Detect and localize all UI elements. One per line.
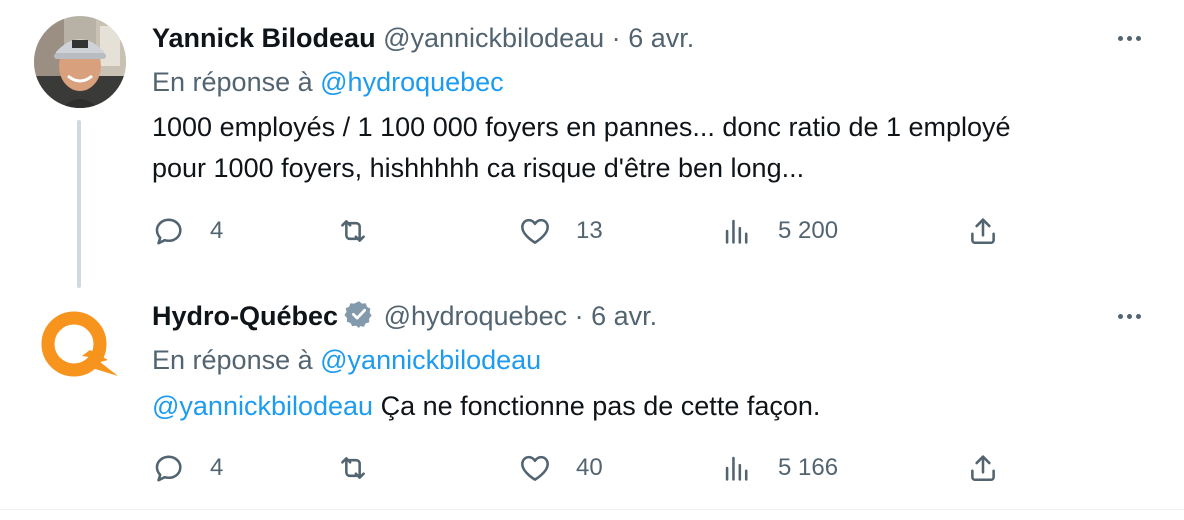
author-name[interactable]: Yannick Bilodeau	[152, 23, 376, 53]
tweet-hydroquebec[interactable]: Hydro-Québec @hydroquebec · 6 avr. En ré…	[0, 278, 1184, 510]
share-button[interactable]	[966, 448, 1000, 488]
like-count: 13	[576, 217, 603, 244]
reply-button[interactable]: 4	[152, 211, 223, 251]
bar-chart-icon	[725, 219, 748, 244]
action-bar: 4 40 5 166	[152, 448, 1032, 488]
avatar-photo	[34, 16, 126, 108]
tweet-text: 1000 employés / 1 100 000 foyers en pann…	[152, 107, 1152, 189]
hydroquebec-logo	[41, 311, 118, 377]
tweet-date[interactable]: 6 avr.	[591, 301, 657, 331]
like-count: 40	[576, 454, 603, 481]
avatar[interactable]	[34, 16, 126, 108]
more-dots-icon[interactable]	[1112, 306, 1146, 326]
views-button[interactable]: 5 200	[720, 211, 838, 251]
retweet-icon	[341, 457, 365, 479]
share-button[interactable]	[966, 211, 1000, 251]
tweet-text-line: pour 1000 foyers, hishhhhh ca risque d'ê…	[152, 153, 805, 183]
reply-button[interactable]: 4	[152, 448, 223, 488]
action-bar: 4 13 5 200	[152, 211, 1032, 251]
dot-separator: ·	[574, 301, 584, 331]
heart-icon	[521, 455, 549, 481]
heart-icon	[521, 218, 549, 244]
like-button[interactable]: 13	[518, 211, 603, 251]
tweet-text-body: Ça ne fonctionne pas de cette façon.	[380, 391, 821, 421]
avatar[interactable]	[34, 304, 126, 396]
like-button[interactable]: 40	[518, 448, 603, 488]
tweet-header: Hydro-Québec @hydroquebec · 6 avr.	[152, 298, 657, 334]
thread-line	[77, 120, 81, 288]
share-icon	[971, 455, 995, 482]
reply-count: 4	[210, 454, 224, 481]
divider	[0, 509, 1184, 510]
author-handle[interactable]: @hydroquebec	[384, 301, 568, 331]
more-dots-icon[interactable]	[1112, 28, 1146, 48]
reply-prefix: En réponse à	[152, 345, 313, 375]
retweet-button[interactable]	[336, 448, 370, 488]
reply-context: En réponse à @hydroquebec	[152, 64, 504, 100]
views-button[interactable]: 5 166	[720, 448, 838, 488]
tweet-text-line: 1000 employés / 1 100 000 foyers en pann…	[152, 112, 1011, 142]
reply-to-link[interactable]: @hydroquebec	[320, 67, 504, 97]
tweet-date[interactable]: 6 avr.	[628, 23, 694, 53]
reply-context: En réponse à @yannickbilodeau	[152, 342, 541, 378]
reply-icon	[155, 455, 182, 482]
reply-icon	[155, 218, 182, 245]
retweet-icon	[341, 220, 365, 242]
tweet-yannick[interactable]: Yannick Bilodeau @yannickbilodeau · 6 av…	[0, 0, 1184, 288]
views-count: 5 200	[778, 217, 839, 244]
reply-to-link[interactable]: @yannickbilodeau	[320, 345, 541, 375]
bar-chart-icon	[725, 456, 748, 481]
tweet-header: Yannick Bilodeau @yannickbilodeau · 6 av…	[152, 20, 694, 56]
share-icon	[971, 218, 995, 245]
reply-prefix: En réponse à	[152, 67, 313, 97]
reply-count: 4	[210, 217, 224, 244]
author-handle[interactable]: @yannickbilodeau	[383, 23, 604, 53]
retweet-button[interactable]	[336, 211, 370, 251]
mention-link[interactable]: @yannickbilodeau	[152, 391, 373, 421]
views-count: 5 166	[778, 454, 839, 481]
verified-badge-icon	[344, 301, 372, 328]
dot-separator: ·	[611, 23, 621, 53]
author-name[interactable]: Hydro-Québec	[152, 301, 338, 331]
tweet-text: @yannickbilodeau Ça ne fonctionne pas de…	[152, 386, 1152, 427]
